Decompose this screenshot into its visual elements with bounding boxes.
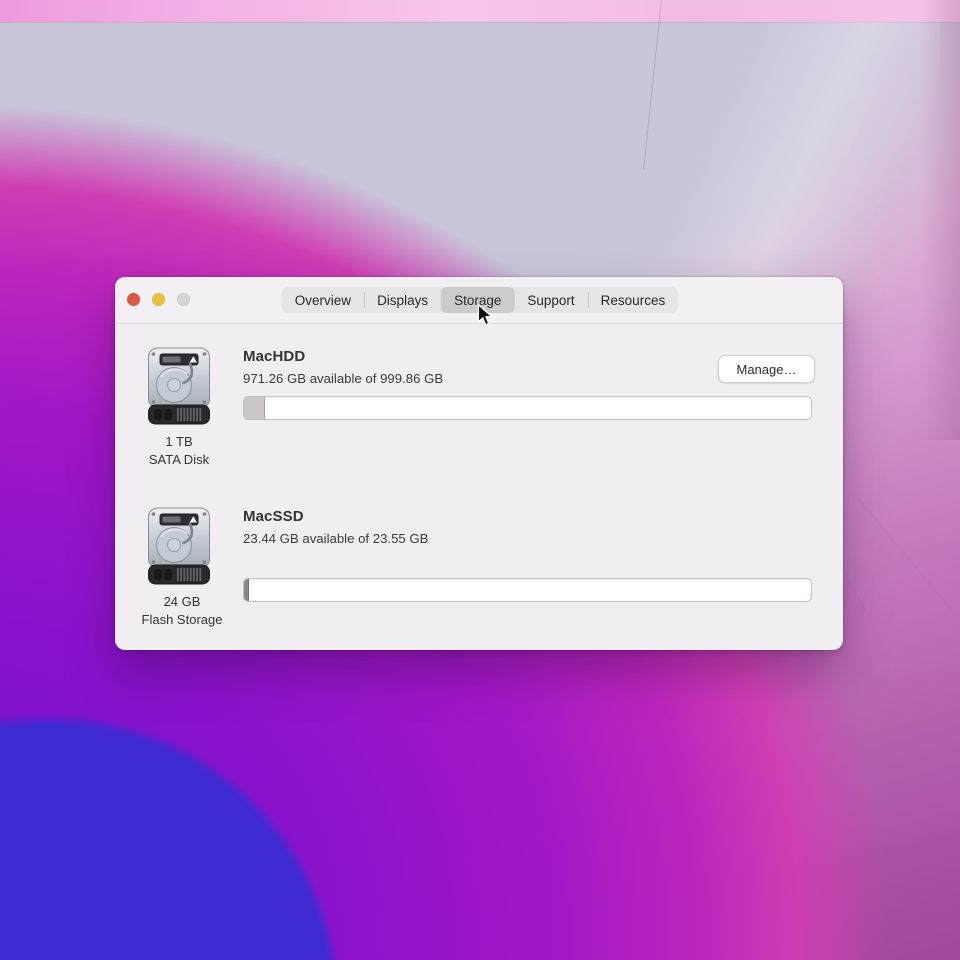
tab-overview[interactable]: Overview [282, 287, 364, 313]
disk-name: MacHDD [243, 348, 306, 365]
used-space-segment [244, 579, 249, 601]
storage-usage-bar-machdd [243, 396, 812, 420]
tab-label: Storage [454, 292, 502, 308]
storage-usage-bar-macssd [243, 578, 812, 602]
segment-divider [587, 292, 589, 308]
manage-button[interactable]: Manage… [718, 355, 815, 383]
disk-capacity-caption: 1 TB SATA Disk [119, 433, 239, 469]
tab-displays[interactable]: Displays [364, 287, 441, 313]
disk-icon-machdd [147, 347, 211, 425]
disk-icon-macssd [147, 507, 211, 585]
wallpaper-top-pink-band [0, 0, 960, 22]
close-button[interactable] [127, 293, 140, 306]
tab-storage[interactable]: Storage [441, 287, 515, 313]
minimize-button[interactable] [152, 293, 165, 306]
disk-capacity: 1 TB [165, 434, 193, 449]
zoom-button-disabled [177, 293, 190, 306]
hard-drive-icon [148, 507, 210, 585]
used-space-segment [244, 397, 266, 419]
tab-bar: Overview Displays Storage Support Resour… [281, 287, 679, 313]
disk-kind: Flash Storage [141, 612, 223, 627]
disk-availability: 23.44 GB available of 23.55 GB [243, 531, 429, 546]
disk-capacity: 24 GB [163, 594, 201, 609]
segment-divider [364, 292, 366, 308]
disk-name: MacSSD [243, 508, 304, 525]
tab-label: Displays [377, 292, 429, 308]
tab-resources[interactable]: Resources [587, 287, 679, 313]
window-controls [127, 293, 190, 306]
tab-label: Overview [294, 292, 352, 308]
about-this-mac-window: MacHDD 971.26 GB available of 999.86 GB … [115, 277, 843, 650]
disk-availability: 971.26 GB available of 999.86 GB [243, 371, 444, 386]
hard-drive-icon [148, 347, 210, 425]
disk-kind: SATA Disk [148, 452, 210, 467]
disk-capacity-caption: 24 GB Flash Storage [122, 593, 242, 629]
tab-label: Resources [600, 292, 666, 308]
tab-label: Support [527, 292, 575, 308]
tab-support[interactable]: Support [514, 287, 587, 313]
